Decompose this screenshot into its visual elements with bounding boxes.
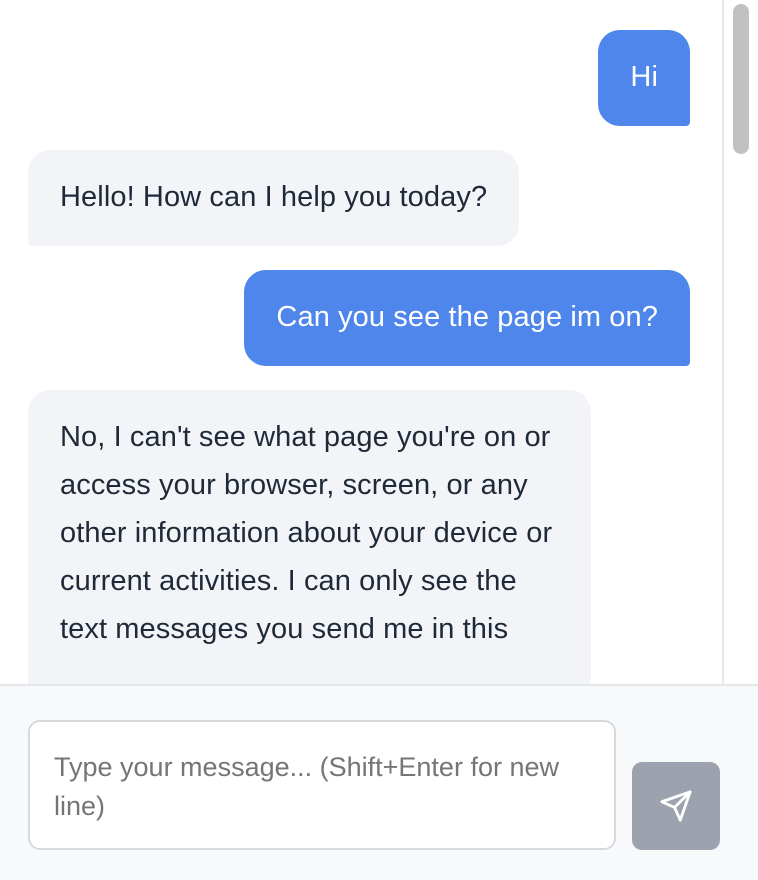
user-message: Can you see the page im on? — [244, 270, 690, 366]
message-input[interactable] — [28, 720, 616, 850]
composer — [0, 684, 758, 880]
send-button[interactable] — [632, 762, 720, 850]
message-list[interactable]: Hi Hello! How can I help you today? Can … — [0, 0, 722, 684]
assistant-message: No, I can't see what page you're on or a… — [28, 390, 591, 684]
scrollbar-track[interactable] — [722, 0, 758, 684]
send-icon — [660, 790, 692, 822]
user-message: Hi — [598, 30, 690, 126]
scrollbar-thumb[interactable] — [733, 4, 749, 154]
assistant-message: Hello! How can I help you today? — [28, 150, 520, 246]
chat-window: Hi Hello! How can I help you today? Can … — [0, 0, 758, 880]
